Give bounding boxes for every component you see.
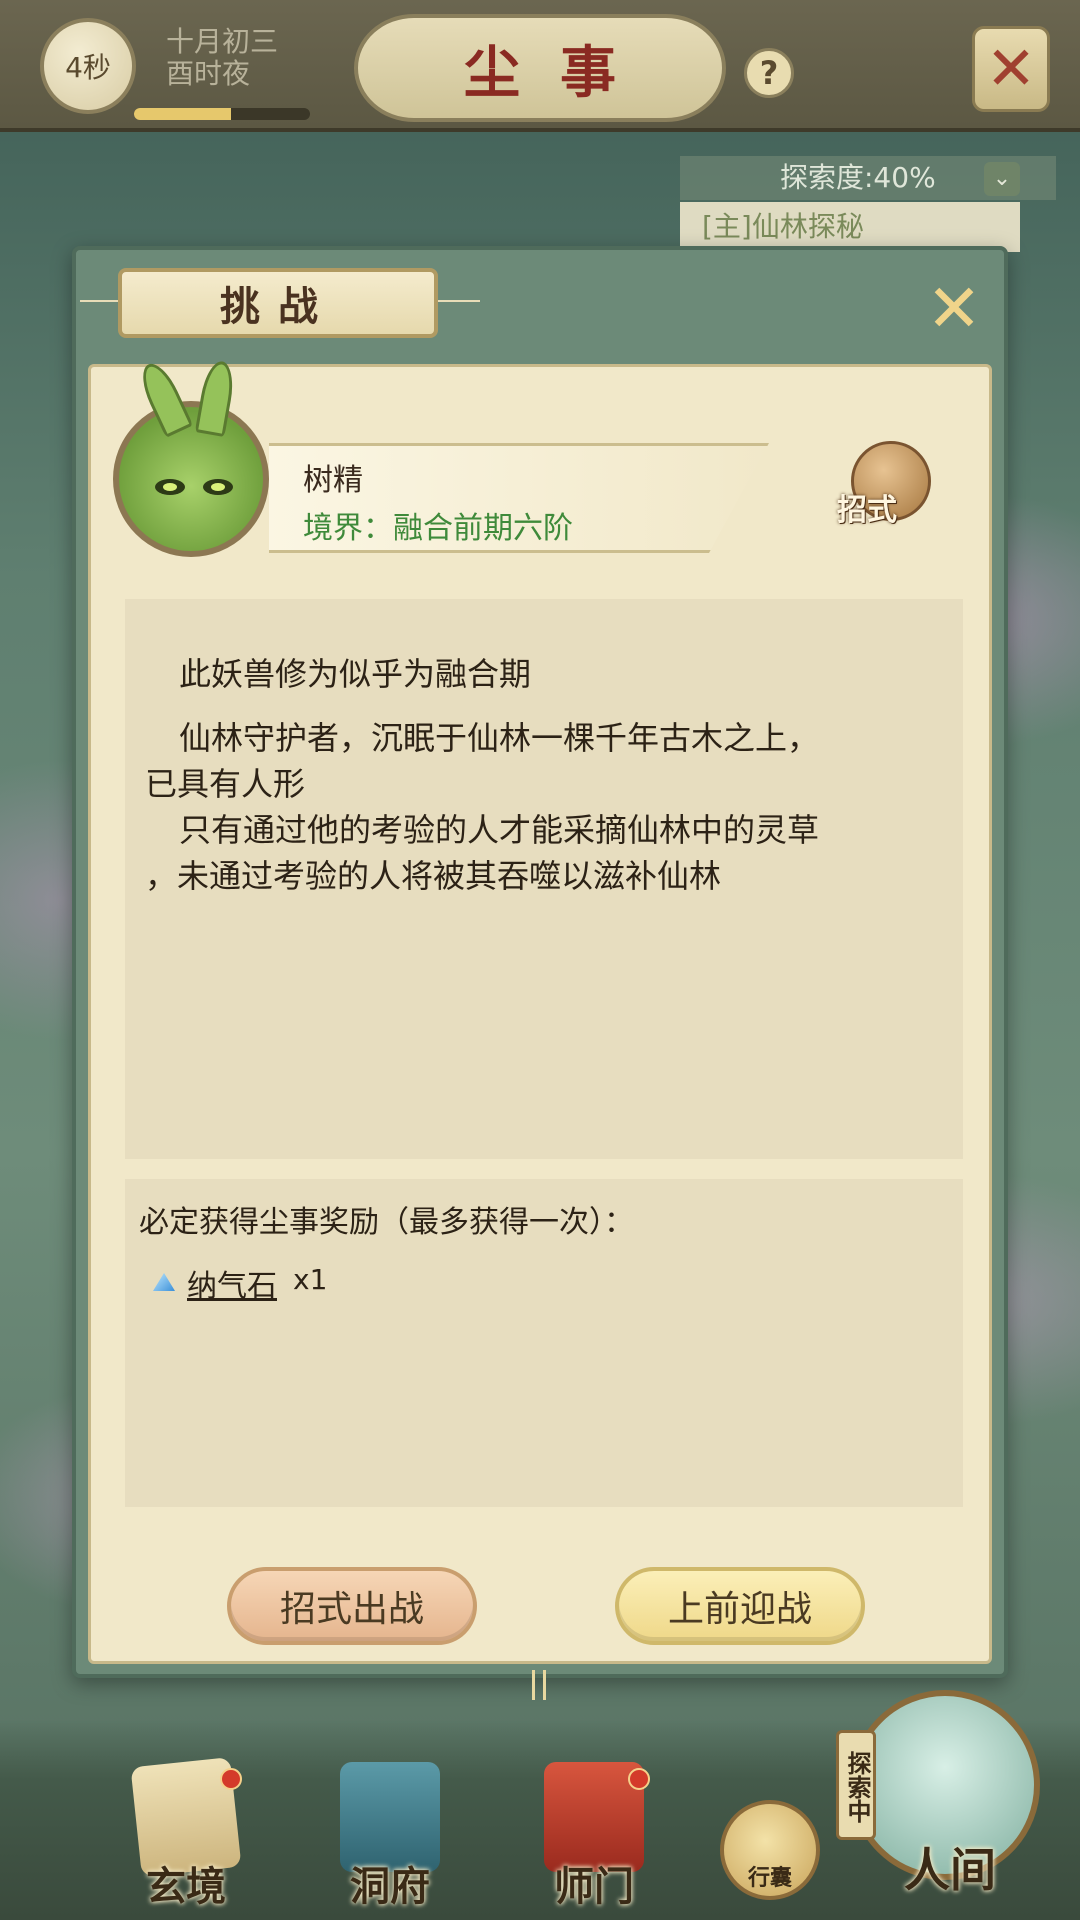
dialog-close-icon[interactable]: ✕	[922, 270, 986, 347]
dialog-content-panel: 树精 境界：融合前期六阶 招式 此妖兽修为似乎为融合期 仙林守护者，沉眠于仙林一…	[88, 358, 992, 1664]
timer-badge: 4秒	[40, 18, 136, 114]
description-line: ，未通过考验的人将被其吞噬以滋补仙林	[145, 857, 722, 895]
nav-label: 玄境	[146, 1863, 226, 1910]
spirit-stone-icon	[153, 1273, 175, 1291]
monster-realm: 境界：融合前期六阶	[303, 511, 573, 546]
dialog-title: 挑战	[118, 268, 438, 338]
reward-panel: 必定获得尘事奖励（最多获得一次）： 纳气石 x1	[125, 1179, 963, 1507]
chevron-down-icon[interactable]: ⌄	[984, 162, 1020, 196]
reward-title: 必定获得尘事奖励（最多获得一次）：	[139, 1205, 634, 1240]
fight-button[interactable]: 上前迎战	[615, 1567, 865, 1645]
challenge-dialog: 挑战 ✕ 树精 境界：融合前期六阶 招式 此妖兽修为似乎为融合期 仙林守护者，沉…	[72, 246, 1008, 1678]
monster-avatar	[113, 358, 269, 557]
leaf-ear-right	[194, 358, 238, 438]
plaque-decor-right	[436, 300, 480, 302]
monster-description: 此妖兽修为似乎为融合期 仙林守护者，沉眠于仙林一棵千年古木之上， 已具有人形 只…	[125, 599, 963, 1159]
eye-right	[203, 479, 233, 495]
game-date: 十月初三 酉时夜	[166, 26, 278, 90]
notification-dot	[628, 1768, 650, 1790]
reward-item-quantity: x1	[293, 1263, 328, 1296]
date-line-1: 十月初三	[166, 25, 279, 58]
leaf-ear-left	[134, 358, 194, 438]
reward-item-link[interactable]: 纳气石	[187, 1261, 277, 1305]
close-icon[interactable]: ✕	[972, 26, 1050, 112]
time-progress-bar	[134, 108, 310, 120]
description-line: 只有通过他的考验的人才能采摘仙林中的灵草	[179, 811, 820, 849]
nav-label: 师门	[554, 1863, 634, 1910]
nav-item-dongfu[interactable]: 洞府	[320, 1762, 460, 1910]
time-progress-fill	[134, 108, 231, 120]
skills-button-label[interactable]: 招式	[837, 485, 897, 529]
nav-label: 洞府	[350, 1863, 430, 1910]
world-label: 人间	[904, 1843, 996, 1897]
date-line-2: 酉时夜	[166, 57, 251, 90]
page-title: 尘事	[354, 14, 726, 122]
description-line: 仙林守护者，沉眠于仙林一棵千年古木之上，	[179, 719, 820, 757]
quest-tracker[interactable]: [主]仙林探秘	[680, 202, 1020, 252]
help-icon[interactable]: ?	[744, 48, 794, 98]
skill-battle-button[interactable]: 招式出战	[227, 1567, 477, 1645]
description-line: 此妖兽修为似乎为融合期	[179, 655, 532, 693]
notification-dot	[220, 1768, 242, 1790]
dialog-handle	[532, 1670, 546, 1700]
bag-label: 行囊	[747, 1866, 792, 1891]
exploring-tag: 探索中	[836, 1730, 876, 1840]
nav-item-shimen[interactable]: 师门	[524, 1762, 664, 1910]
monster-name: 树精	[303, 463, 363, 498]
eye-left	[155, 479, 185, 495]
nav-item-xuanjing[interactable]: 玄境	[116, 1757, 256, 1910]
description-line: 已具有人形	[145, 765, 306, 803]
top-bar: 4秒 十月初三 酉时夜 尘事 ? ✕	[0, 0, 1080, 132]
